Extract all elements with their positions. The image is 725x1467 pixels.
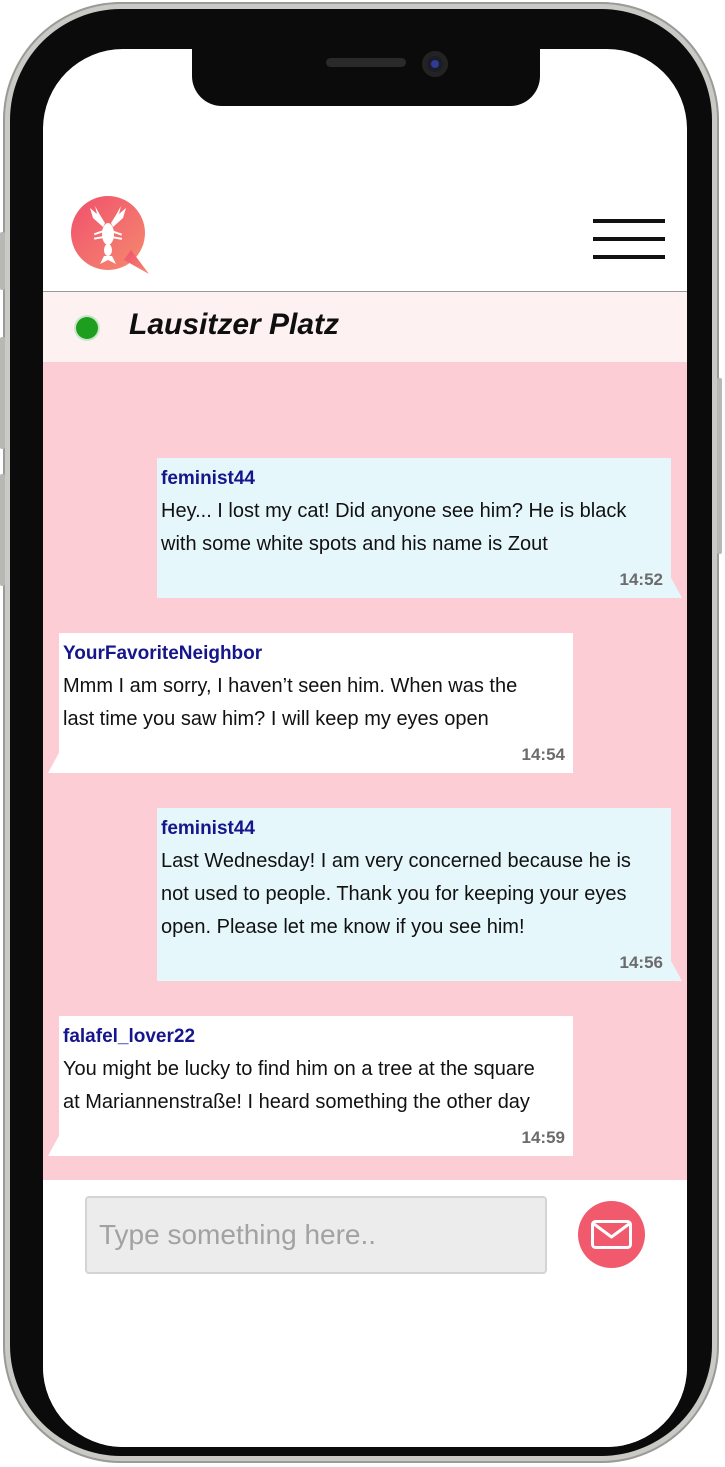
volume-down-button: [0, 474, 5, 586]
send-button[interactable]: [578, 1201, 645, 1268]
message-bubble-outgoing: feminist44 Last Wednesday! I am very con…: [157, 808, 682, 981]
volume-up-button: [0, 337, 5, 449]
side-button: [0, 232, 5, 290]
chat-messages[interactable]: feminist44 Hey... I lost my cat! Did any…: [43, 362, 687, 1180]
phone-frame: Lausitzer Platz feminist44 Hey... I lost…: [0, 2, 722, 1463]
notch: [192, 49, 540, 106]
bubble-tail: [48, 1134, 60, 1156]
bubble-tail: [48, 751, 60, 773]
message-username[interactable]: falafel_lover22: [63, 1024, 573, 1050]
hamburger-menu-icon[interactable]: [593, 219, 665, 261]
app-header: [43, 179, 687, 292]
message-text: You might be lucky to find him on a tree…: [63, 1058, 535, 1113]
message-composer: [43, 1180, 687, 1447]
message-timestamp: 14:54: [521, 745, 565, 764]
earpiece-speaker: [326, 58, 406, 67]
chat-room-header: Lausitzer Platz: [43, 292, 687, 362]
message-timestamp: 14:52: [619, 570, 663, 589]
phone-bezel: Lausitzer Platz feminist44 Hey... I lost…: [10, 9, 712, 1456]
bubble-tail: [670, 576, 682, 598]
online-status-dot: [76, 317, 98, 339]
message-bubble-incoming: YourFavoriteNeighbor Mmm I am sorry, I h…: [48, 633, 573, 773]
message-bubble-incoming: falafel_lover22 You might be lucky to fi…: [48, 1016, 573, 1156]
message-text: Hey... I lost my cat! Did anyone see him…: [161, 500, 627, 555]
message-username[interactable]: feminist44: [161, 816, 671, 842]
message-username[interactable]: feminist44: [161, 466, 671, 492]
message-input[interactable]: [85, 1196, 547, 1274]
envelope-icon: [591, 1220, 632, 1249]
message-text: Last Wednesday! I am very concerned beca…: [161, 850, 631, 938]
bubble-tail: [670, 959, 682, 981]
power-button: [717, 378, 722, 554]
lobster-chat-bubble-logo[interactable]: [69, 196, 151, 276]
message-timestamp: 14:59: [521, 1128, 565, 1147]
message-username[interactable]: YourFavoriteNeighbor: [63, 641, 573, 667]
message-text: Mmm I am sorry, I haven’t seen him. When…: [63, 675, 518, 730]
message-bubble-outgoing: feminist44 Hey... I lost my cat! Did any…: [157, 458, 682, 598]
room-title: Lausitzer Platz: [129, 308, 340, 341]
screen: Lausitzer Platz feminist44 Hey... I lost…: [43, 49, 687, 1447]
front-camera: [422, 51, 448, 77]
message-timestamp: 14:56: [619, 953, 663, 972]
